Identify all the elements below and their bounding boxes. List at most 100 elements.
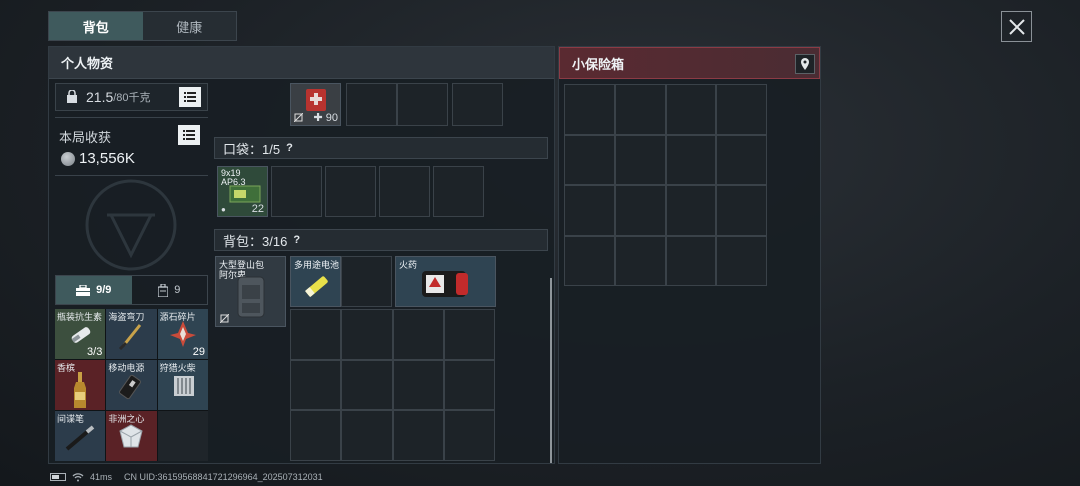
empty-slot: [564, 235, 615, 286]
gunpowder-item[interactable]: 火药: [395, 256, 496, 307]
item-originium-shard[interactable]: 源石碎片 29: [157, 309, 208, 359]
safe-title-text: 小保险箱: [572, 56, 625, 72]
close-button[interactable]: [1001, 11, 1032, 42]
empty-slot: [716, 84, 767, 135]
small-safe-panel: 小保险箱: [558, 46, 821, 464]
champagne-icon: [74, 372, 86, 408]
ammo-item[interactable]: 9x19 AP6.3 ● 22: [217, 166, 268, 217]
uid-text: CN UID:36159568841721296964_202507312031: [124, 472, 323, 482]
no-insure-icon: [294, 113, 303, 122]
item-hunting-matches[interactable]: 狩猎火柴: [157, 360, 208, 410]
weight-current: 21.5: [86, 89, 114, 105]
multipurpose-battery-item[interactable]: 多用途电池: [290, 256, 341, 307]
pocket-header: 口袋：1/5 ?: [214, 137, 548, 159]
earnings-list-button[interactable]: [178, 125, 200, 145]
empty-slot: [341, 359, 393, 411]
top-tabs: 背包 健康: [48, 11, 237, 41]
diamond-icon: [119, 424, 143, 448]
empty-slot: [665, 134, 717, 185]
tab-backpack[interactable]: 背包: [49, 12, 143, 40]
item-name: 多用途电池: [294, 260, 340, 270]
empty-slot: [341, 309, 393, 360]
empty-slot: [564, 185, 615, 236]
empty-slot: [346, 83, 397, 126]
item-count: 29: [192, 346, 205, 358]
empty-slot: [397, 83, 448, 126]
weight-icon: [67, 90, 77, 103]
backpack-icon: [158, 283, 169, 297]
list-icon: [184, 92, 196, 102]
empty-slot: [290, 359, 342, 411]
earnings-value: 13,556K: [61, 150, 135, 167]
empty-slot: [271, 166, 322, 217]
close-icon: [1008, 18, 1025, 35]
equipment-count: 9/9: [96, 284, 112, 296]
battery-icon: [305, 276, 328, 298]
empty-slot: [392, 309, 444, 360]
item-spy-pen[interactable]: 间谍笔: [55, 411, 106, 461]
tab-health[interactable]: 健康: [143, 12, 237, 40]
durability-number: 90: [325, 112, 338, 124]
durability-value: ✚ 90: [313, 112, 338, 124]
gunpowder-can-icon: [422, 271, 468, 297]
empty-slot: [341, 256, 392, 307]
tab-consumables[interactable]: 9: [132, 276, 208, 304]
personal-supplies-panel: 个人物资 21.5 /80千克 本局收获 13,556K 9/9 9 瓶装抗生素…: [48, 46, 555, 464]
empty-slot: [157, 411, 208, 461]
backpack-grid: [290, 309, 495, 461]
help-icon[interactable]: ?: [286, 142, 293, 154]
tab-equipment[interactable]: 9/9: [56, 276, 132, 304]
help-icon[interactable]: ?: [293, 234, 300, 246]
item-antibiotics[interactable]: 瓶装抗生素 3/3: [55, 309, 106, 359]
empty-slot: [716, 134, 767, 185]
empty-slot: [665, 235, 717, 286]
backpack-icon: [237, 276, 265, 318]
empty-slot: [392, 359, 444, 411]
weight-indicator: 21.5 /80千克: [55, 83, 208, 111]
divider: [55, 117, 208, 118]
item-champagne[interactable]: 香槟: [55, 360, 106, 410]
empty-slot: [564, 134, 615, 185]
empty-slot: [392, 410, 444, 461]
status-bar: 41ms CN UID:36159568841721296964_2025073…: [50, 472, 323, 482]
empty-slot: [614, 134, 666, 185]
quick-items-grid: 瓶装抗生素 3/3 海盗弯刀 源石碎片 29 香槟 移动电源 狩猎火柴 间谍笔 …: [55, 309, 208, 461]
empty-slot: [614, 185, 666, 236]
ammo-dot-icon: ●: [221, 205, 226, 214]
backpack-header: 背包：3/16 ?: [214, 229, 548, 251]
antibiotics-icon: [71, 327, 91, 343]
scrollbar[interactable]: [550, 278, 552, 463]
empty-slot: [379, 166, 430, 217]
ammo-count: 22: [251, 203, 264, 215]
empty-slot: [665, 84, 717, 135]
inventory-tabs: 9/9 9: [55, 275, 208, 305]
item-heart-of-africa[interactable]: 非洲之心: [106, 411, 157, 461]
matches-icon: [173, 376, 194, 396]
item-power-bank[interactable]: 移动电源: [106, 360, 157, 410]
ammo-box-icon: [229, 185, 261, 203]
weight-list-button[interactable]: [179, 87, 201, 107]
list-icon: [183, 130, 195, 140]
safe-grid: [564, 84, 767, 286]
large-hiking-backpack-item[interactable]: 大型登山包 阿尔卑: [215, 256, 286, 327]
ping-value: 41ms: [90, 472, 113, 482]
emblem-watermark-icon: [85, 179, 177, 271]
safe-title: 小保险箱: [559, 47, 820, 79]
cutlass-icon: [119, 324, 142, 351]
wifi-icon: [72, 472, 84, 481]
empty-slot: [716, 185, 767, 236]
weight-max: /80千克: [113, 92, 151, 104]
empty-slot: [716, 235, 767, 286]
empty-slot: [443, 309, 495, 360]
empty-slot: [290, 410, 342, 461]
item-name: 火药: [399, 260, 418, 270]
coin-icon: [61, 151, 75, 166]
panel-title-text: 个人物资: [61, 56, 114, 71]
first-aid-icon: [306, 89, 326, 111]
no-insure-icon: [220, 314, 229, 323]
first-aid-item[interactable]: ✚ 90: [290, 83, 341, 126]
pocket-label: 口袋：1/5: [223, 141, 281, 157]
empty-slot: [290, 309, 342, 360]
item-pirate-cutlass[interactable]: 海盗弯刀: [106, 309, 157, 359]
locate-button[interactable]: [795, 54, 815, 74]
